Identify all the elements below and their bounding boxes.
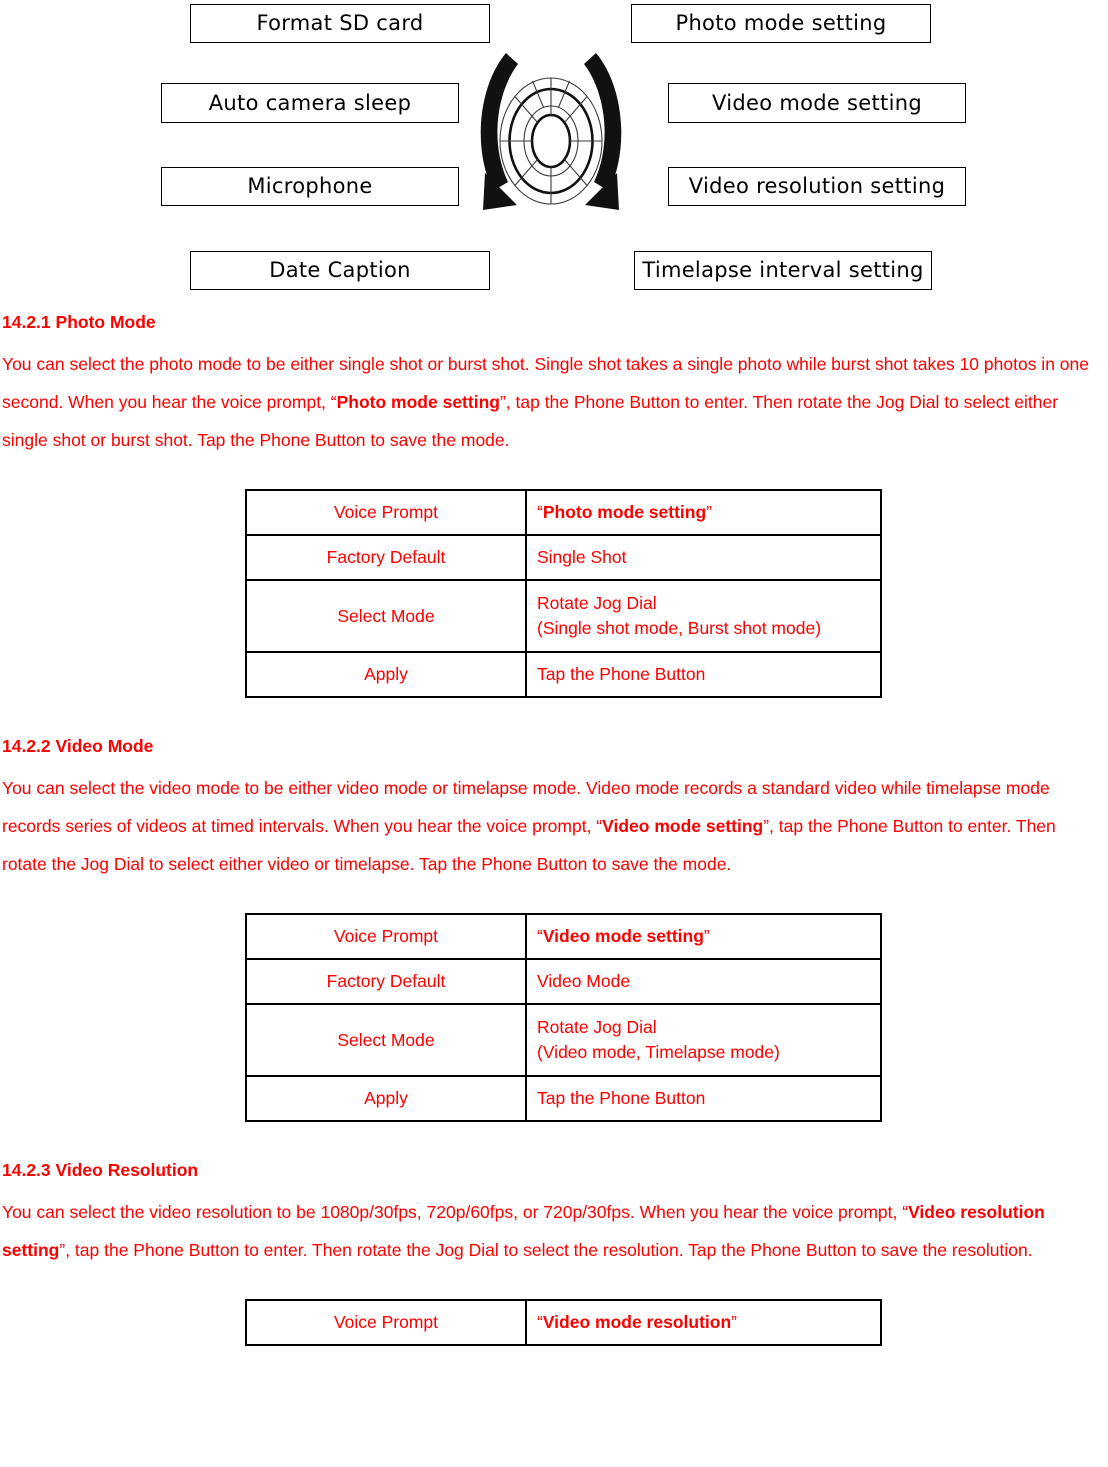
table-cell-value: “Video mode resolution” bbox=[525, 1299, 882, 1346]
table-row: Apply Tap the Phone Button bbox=[245, 1075, 882, 1122]
diagram-box-label: Date Caption bbox=[269, 258, 411, 282]
spec-table-video-resolution: Voice Prompt “Video mode resolution” bbox=[245, 1299, 882, 1346]
table-cell-value: Video Mode bbox=[525, 958, 882, 1005]
table-row: Select Mode Rotate Jog Dial (Video mode, … bbox=[245, 1003, 882, 1077]
section-photo-mode: 14.2.1 Photo Mode You can select the pho… bbox=[2, 312, 1104, 698]
table-row: Apply Tap the Phone Button bbox=[245, 651, 882, 698]
table-cell-value: Rotate Jog Dial (Video mode, Timelapse mo… bbox=[525, 1003, 882, 1077]
table-cell-label: Voice Prompt bbox=[245, 1299, 527, 1346]
table-row: Voice Prompt “Video mode setting” bbox=[245, 913, 882, 960]
diagram-box-video-resolution-setting[interactable]: Video resolution setting bbox=[668, 167, 966, 206]
value-pre: Tap the Phone Button bbox=[537, 664, 706, 684]
table-cell-value: Tap the Phone Button bbox=[525, 1075, 882, 1122]
paragraph-text-pre: You can select the video resolution to b… bbox=[2, 1202, 909, 1222]
section-heading-14-2-3: 14.2.3 Video Resolution bbox=[2, 1160, 199, 1180]
table-row: Factory Default Single Shot bbox=[245, 534, 882, 581]
paragraph-emphasis: Video mode setting bbox=[602, 816, 764, 836]
diagram-box-label: Microphone bbox=[247, 174, 373, 198]
table-cell-value: “Video mode setting” bbox=[525, 913, 882, 960]
section-video-resolution: 14.2.3 Video Resolution You can select t… bbox=[2, 1160, 1104, 1346]
value-emphasis: Video mode resolution bbox=[542, 1312, 732, 1332]
value-pre: Tap the Phone Button bbox=[537, 1088, 706, 1108]
diagram-box-label: Auto camera sleep bbox=[208, 90, 412, 115]
section-video-mode: 14.2.2 Video Mode You can select the vid… bbox=[2, 736, 1104, 1122]
value-post: ” bbox=[703, 926, 710, 946]
section-heading-14-2-2: 14.2.2 Video Mode bbox=[2, 736, 154, 756]
table-cell-value: Single Shot bbox=[525, 534, 882, 581]
table-cell-value: “Photo mode setting” bbox=[525, 489, 882, 536]
diagram-box-label: Timelapse interval setting bbox=[642, 258, 924, 282]
paragraph-text-post: ”, tap the Phone Button to enter. Then r… bbox=[59, 1240, 1033, 1260]
diagram-box-auto-camera-sleep[interactable]: Auto camera sleep bbox=[161, 83, 459, 123]
diagram-box-label: Video mode setting bbox=[712, 90, 922, 115]
diagram-box-photo-mode-setting[interactable]: Photo mode setting bbox=[631, 4, 931, 43]
document-body: 14.2.1 Photo Mode You can select the pho… bbox=[0, 312, 1108, 1346]
table-cell-label: Factory Default bbox=[245, 534, 527, 581]
section-heading-14-2-1: 14.2.1 Photo Mode bbox=[2, 312, 156, 332]
table-row: Select Mode Rotate Jog Dial (Single shot … bbox=[245, 579, 882, 653]
diagram-box-microphone[interactable]: Microphone bbox=[161, 167, 459, 206]
table-cell-label: Voice Prompt bbox=[245, 913, 527, 960]
table-cell-label: Apply bbox=[245, 1075, 527, 1122]
diagram-box-date-caption[interactable]: Date Caption bbox=[190, 251, 490, 290]
diagram-box-timelapse-interval-setting[interactable]: Timelapse interval setting bbox=[634, 251, 932, 290]
value-pre: Single Shot bbox=[537, 547, 627, 567]
table-row: Voice Prompt “Photo mode setting” bbox=[245, 489, 882, 536]
table-cell-label: Voice Prompt bbox=[245, 489, 527, 536]
diagram-box-label: Photo mode setting bbox=[675, 11, 887, 35]
value-pre: Rotate Jog Dial bbox=[537, 593, 657, 613]
diagram-box-label: Format SD card bbox=[256, 11, 424, 35]
spec-table-video-mode: Voice Prompt “Video mode setting” Factor… bbox=[245, 913, 882, 1122]
table-cell-label: Select Mode bbox=[245, 1003, 527, 1077]
value-post: ” bbox=[706, 502, 712, 522]
table-cell-label: Apply bbox=[245, 651, 527, 698]
value-pre: Rotate Jog Dial bbox=[537, 1017, 657, 1037]
jog-dial-icon bbox=[480, 53, 622, 210]
value-line2: (Video mode, Timelapse mode) bbox=[537, 1042, 780, 1062]
settings-menu-diagram: Format SD card Auto camera sleep Microph… bbox=[0, 0, 1108, 312]
table-row: Voice Prompt “Video mode resolution” bbox=[245, 1299, 882, 1346]
diagram-box-label: Video resolution setting bbox=[688, 174, 946, 198]
value-pre: Video Mode bbox=[537, 971, 631, 991]
value-emphasis: Video mode setting bbox=[542, 926, 704, 946]
section-paragraph-14-2-3: You can select the video resolution to b… bbox=[2, 1193, 1104, 1269]
section-paragraph-14-2-1: You can select the photo mode to be eith… bbox=[2, 345, 1104, 459]
table-cell-value: Tap the Phone Button bbox=[525, 651, 882, 698]
section-paragraph-14-2-2: You can select the video mode to be eith… bbox=[2, 769, 1104, 883]
table-cell-label: Select Mode bbox=[245, 579, 527, 653]
value-post: ” bbox=[731, 1312, 737, 1332]
value-line2: (Single shot mode, Burst shot mode) bbox=[537, 618, 822, 638]
table-cell-value: Rotate Jog Dial (Single shot mode, Burst … bbox=[525, 579, 882, 653]
diagram-box-format-sd-card[interactable]: Format SD card bbox=[190, 4, 490, 43]
spec-table-photo-mode: Voice Prompt “Photo mode setting” Factor… bbox=[245, 489, 882, 698]
diagram-box-video-mode-setting[interactable]: Video mode setting bbox=[668, 83, 966, 123]
value-emphasis: Photo mode setting bbox=[542, 502, 707, 522]
table-cell-label: Factory Default bbox=[245, 958, 527, 1005]
table-row: Factory Default Video Mode bbox=[245, 958, 882, 1005]
paragraph-emphasis: Photo mode setting bbox=[336, 392, 500, 412]
